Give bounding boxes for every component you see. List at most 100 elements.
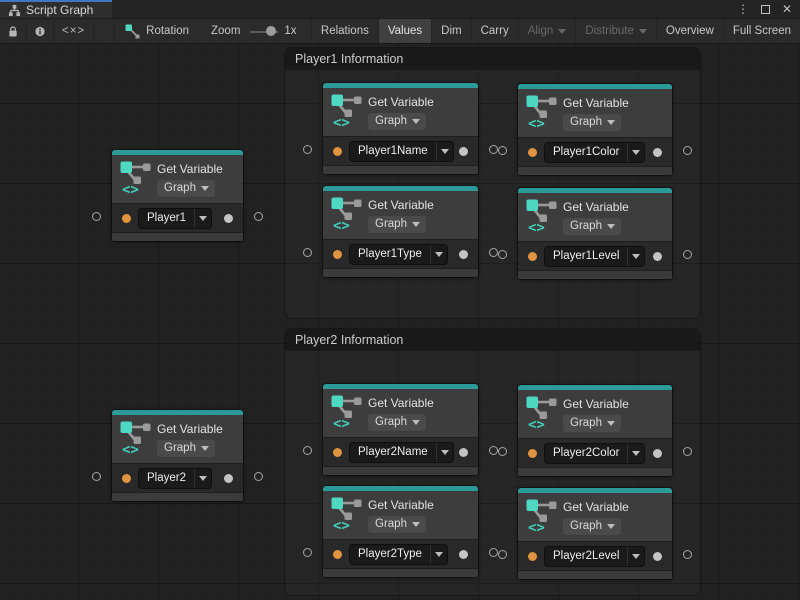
- scope-dropdown[interactable]: Graph: [368, 216, 426, 233]
- variable-dropdown-caret[interactable]: [627, 143, 644, 162]
- group-header[interactable]: Player2 Information: [285, 329, 700, 351]
- node-header[interactable]: <> Get Variable Graph: [518, 390, 672, 438]
- output-port[interactable]: [489, 145, 498, 154]
- zoom-to-fit-button[interactable]: <×>: [54, 19, 94, 43]
- toolbar-button-relations[interactable]: Relations: [311, 19, 378, 43]
- input-port-dot[interactable]: [333, 550, 342, 559]
- rotation-control[interactable]: Rotation: [114, 19, 199, 43]
- scope-dropdown[interactable]: Graph: [368, 113, 426, 130]
- scope-dropdown[interactable]: Graph: [563, 415, 621, 432]
- output-port-dot[interactable]: [224, 214, 233, 223]
- scope-dropdown[interactable]: Graph: [368, 414, 426, 431]
- input-port[interactable]: [303, 248, 312, 257]
- toolbar-button-values[interactable]: Values: [378, 19, 431, 43]
- input-port-dot[interactable]: [528, 552, 537, 561]
- input-port-dot[interactable]: [528, 252, 537, 261]
- toolbar-button-overview[interactable]: Overview: [656, 19, 723, 43]
- variable-dropdown-caret[interactable]: [430, 545, 447, 564]
- output-port[interactable]: [489, 548, 498, 557]
- node-header[interactable]: <> Get Variable Graph: [518, 193, 672, 241]
- output-port[interactable]: [683, 447, 692, 456]
- scope-dropdown[interactable]: Graph: [157, 440, 215, 457]
- output-port[interactable]: [254, 212, 263, 221]
- variable-dropdown-caret[interactable]: [436, 142, 453, 161]
- output-port-dot[interactable]: [459, 448, 468, 457]
- scope-dropdown[interactable]: Graph: [157, 180, 215, 197]
- variable-dropdown[interactable]: Player1Name: [349, 141, 454, 162]
- input-port[interactable]: [303, 446, 312, 455]
- node-header[interactable]: <> Get Variable Graph: [112, 415, 243, 463]
- node-header[interactable]: <> Get Variable Graph: [323, 389, 478, 437]
- variable-dropdown[interactable]: Player2Level: [544, 546, 645, 567]
- output-port-dot[interactable]: [459, 250, 468, 259]
- input-port[interactable]: [498, 550, 507, 559]
- output-port-dot[interactable]: [653, 552, 662, 561]
- variable-dropdown[interactable]: Player1Type: [349, 244, 448, 265]
- node-header[interactable]: <> Get Variable Graph: [518, 89, 672, 137]
- input-port-dot[interactable]: [122, 214, 131, 223]
- input-port-dot[interactable]: [333, 147, 342, 156]
- scope-dropdown[interactable]: Graph: [563, 114, 621, 131]
- node-get-variable-player1level[interactable]: <> Get Variable Graph Player1Level: [518, 188, 672, 279]
- maximize-icon[interactable]: [761, 5, 770, 14]
- graph-canvas[interactable]: Player1 Information Player2 Information …: [0, 44, 800, 600]
- output-port[interactable]: [254, 472, 263, 481]
- variable-dropdown[interactable]: Player1: [138, 208, 212, 229]
- toolbar-button-full-screen[interactable]: Full Screen: [723, 19, 800, 43]
- node-get-variable-player1name[interactable]: <> Get Variable Graph Player1Name: [323, 83, 478, 174]
- variable-dropdown[interactable]: Player1Level: [544, 246, 645, 267]
- node-get-variable-player1[interactable]: <> Get Variable Graph Player1: [112, 150, 243, 241]
- info-button[interactable]: [27, 19, 54, 43]
- output-port[interactable]: [489, 248, 498, 257]
- toolbar-button-carry[interactable]: Carry: [471, 19, 518, 43]
- node-get-variable-player2name[interactable]: <> Get Variable Graph Player2Name: [323, 384, 478, 475]
- output-port[interactable]: [683, 550, 692, 559]
- node-header[interactable]: <> Get Variable Graph: [323, 191, 478, 239]
- output-port-dot[interactable]: [653, 252, 662, 261]
- scope-dropdown[interactable]: Graph: [368, 516, 426, 533]
- node-get-variable-player2[interactable]: <> Get Variable Graph Player2: [112, 410, 243, 501]
- menu-icon[interactable]: ⋮: [737, 3, 749, 15]
- output-port-dot[interactable]: [653, 449, 662, 458]
- lock-button[interactable]: [0, 19, 27, 43]
- variable-dropdown[interactable]: Player2Name: [349, 442, 454, 463]
- output-port-dot[interactable]: [459, 550, 468, 559]
- tab-script-graph[interactable]: Script Graph: [0, 0, 112, 18]
- zoom-slider[interactable]: [250, 19, 278, 43]
- scope-dropdown[interactable]: Graph: [563, 518, 621, 535]
- variable-dropdown-caret[interactable]: [194, 209, 211, 228]
- variable-dropdown-caret[interactable]: [627, 247, 644, 266]
- output-port-dot[interactable]: [653, 148, 662, 157]
- node-get-variable-player2level[interactable]: <> Get Variable Graph Player2Level: [518, 488, 672, 579]
- input-port-dot[interactable]: [528, 449, 537, 458]
- variable-dropdown-caret[interactable]: [194, 469, 211, 488]
- variable-dropdown-caret[interactable]: [627, 547, 644, 566]
- variable-dropdown[interactable]: Player1Color: [544, 142, 645, 163]
- output-port[interactable]: [489, 446, 498, 455]
- input-port[interactable]: [92, 212, 101, 221]
- node-get-variable-player1type[interactable]: <> Get Variable Graph Player1Type: [323, 186, 478, 277]
- node-header[interactable]: <> Get Variable Graph: [323, 88, 478, 136]
- output-port[interactable]: [683, 250, 692, 259]
- input-port-dot[interactable]: [333, 250, 342, 259]
- input-port-dot[interactable]: [122, 474, 131, 483]
- output-port[interactable]: [683, 146, 692, 155]
- node-header[interactable]: <> Get Variable Graph: [518, 493, 672, 541]
- input-port[interactable]: [303, 548, 312, 557]
- variable-dropdown-caret[interactable]: [436, 443, 453, 462]
- zoom-slider-handle[interactable]: [266, 26, 276, 36]
- group-header[interactable]: Player1 Information: [285, 48, 700, 70]
- node-get-variable-player1color[interactable]: <> Get Variable Graph Player1Color: [518, 84, 672, 175]
- variable-dropdown[interactable]: Player2: [138, 468, 212, 489]
- input-port[interactable]: [498, 447, 507, 456]
- input-port[interactable]: [303, 145, 312, 154]
- node-header[interactable]: <> Get Variable Graph: [323, 491, 478, 539]
- close-icon[interactable]: ✕: [782, 3, 792, 15]
- node-header[interactable]: <> Get Variable Graph: [112, 155, 243, 203]
- toolbar-button-dim[interactable]: Dim: [431, 19, 470, 43]
- input-port[interactable]: [498, 250, 507, 259]
- output-port-dot[interactable]: [224, 474, 233, 483]
- scope-dropdown[interactable]: Graph: [563, 218, 621, 235]
- input-port[interactable]: [498, 146, 507, 155]
- variable-dropdown[interactable]: Player2Color: [544, 443, 645, 464]
